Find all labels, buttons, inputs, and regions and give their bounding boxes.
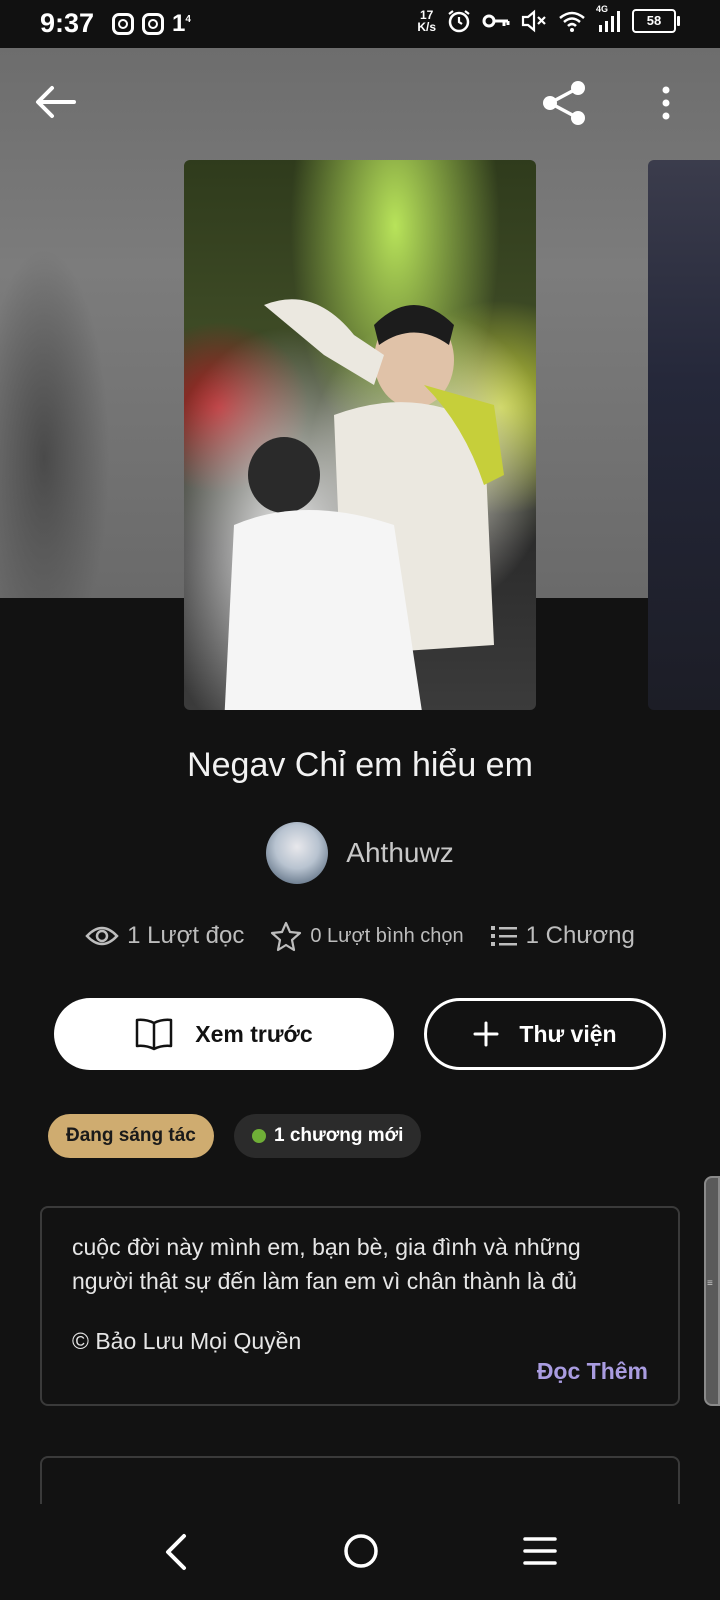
stats-row: 1 Lượt đọc 0 Lượt bình chọn 1 Chương [0, 920, 720, 952]
signal-icon: 4G [596, 4, 622, 34]
top-app-bar [0, 70, 720, 134]
more-vertical-icon[interactable] [656, 84, 676, 124]
author-name[interactable]: Ahthuwz [346, 837, 453, 869]
new-chapter-badge: 1 chương mới [234, 1114, 422, 1158]
status-system-icons: 17 K/s 4G 58 [417, 4, 680, 34]
preview-button[interactable]: Xem trước [54, 998, 394, 1070]
chapters-count: 1 Chương [525, 922, 635, 949]
nav-menu-icon[interactable] [522, 1534, 558, 1568]
cover-person-silhouette [224, 299, 504, 710]
status-notification-icons: 14 [112, 10, 191, 38]
library-label: Thư viện [519, 1020, 617, 1047]
new-chapter-label: 1 chương mới [274, 1125, 404, 1146]
description-card: cuộc đời này mình em, bạn bè, gia đình v… [40, 1206, 680, 1406]
add-to-library-button[interactable]: Thư viện [424, 998, 666, 1070]
nav-home-icon[interactable] [342, 1532, 380, 1570]
wifi-icon [559, 11, 585, 32]
eye-icon [85, 926, 119, 946]
reads-count: 1 Lượt đọc [127, 922, 245, 949]
battery-icon: 58 [632, 9, 680, 33]
author-row[interactable]: Ahthuwz [0, 822, 720, 884]
chapters-stat: 1 Chương [490, 922, 635, 950]
list-icon [490, 926, 517, 946]
network-speed: 17 K/s [417, 8, 436, 34]
notification-count-icon: 14 [172, 10, 191, 37]
arrow-left-icon[interactable] [34, 84, 78, 120]
side-scroll-handle[interactable] [704, 1176, 720, 1406]
book-cover-image[interactable] [184, 160, 536, 710]
read-more-link[interactable]: Đọc Thêm [537, 1358, 648, 1385]
alarm-icon [448, 10, 470, 33]
status-badge: Đang sáng tác [48, 1114, 214, 1158]
author-avatar[interactable] [266, 822, 329, 884]
nav-back-icon[interactable] [162, 1532, 192, 1572]
copyright-text: © Bảo Lưu Mọi Quyền [72, 1328, 302, 1354]
description-text: cuộc đời này mình em, bạn bè, gia đình v… [72, 1234, 581, 1294]
votes-count: 0 Lượt bình chọn [310, 924, 464, 947]
star-icon [271, 921, 302, 952]
reads-stat: 1 Lượt đọc [85, 922, 244, 950]
votes-stat: 0 Lượt bình chọn [270, 920, 464, 952]
key-icon [482, 14, 510, 28]
system-navigation-bar [0, 1504, 720, 1600]
status-bar: 9:37 14 17 K/s 4G 58 [0, 0, 720, 48]
instagram-icon [112, 13, 134, 35]
mute-icon [521, 9, 546, 33]
next-book-cover[interactable] [648, 160, 720, 710]
plus-icon [473, 1021, 499, 1047]
share-icon[interactable] [540, 78, 592, 128]
book-title: Negav Chỉ em hiểu em [187, 746, 533, 784]
preview-label: Xem trước [195, 1020, 313, 1047]
instagram-icon [142, 13, 164, 35]
open-book-icon [136, 1018, 173, 1051]
status-time: 9:37 [40, 8, 95, 38]
green-dot-icon [252, 1129, 266, 1143]
